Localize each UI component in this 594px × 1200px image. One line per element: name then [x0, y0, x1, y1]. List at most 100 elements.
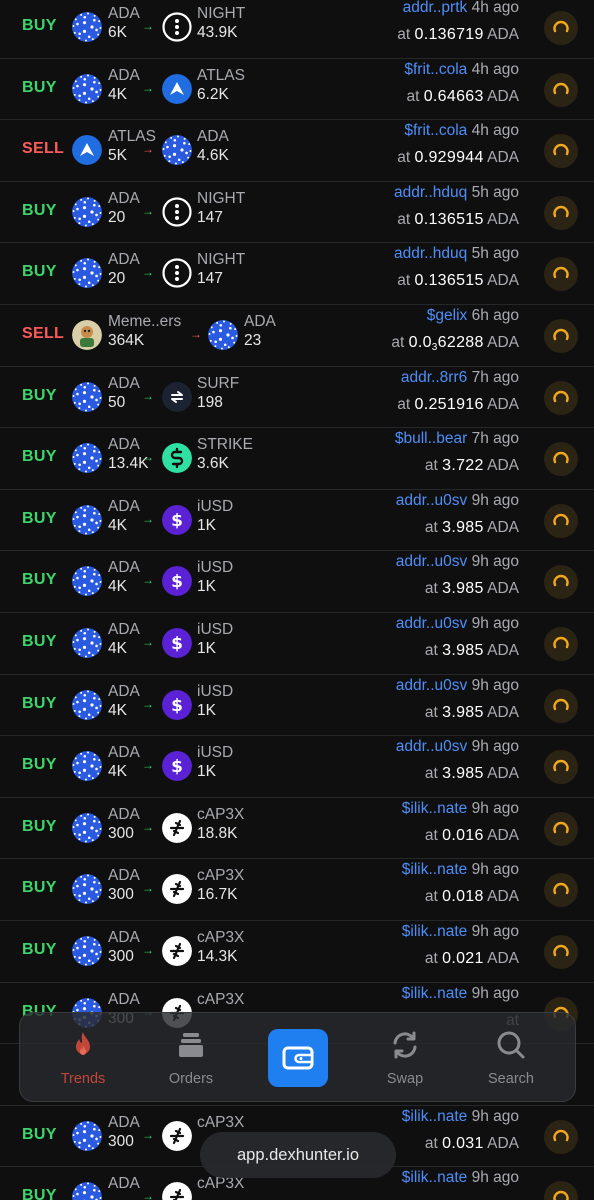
trade-row[interactable]: BUY ADA 300 → cAP3X 14.3K $ilik..nate 9h…: [0, 920, 594, 983]
tab-orders[interactable]: Orders: [146, 1013, 236, 1103]
browser-url-bar[interactable]: app.dexhunter.io: [200, 1132, 396, 1178]
trader-address-link[interactable]: $ilik..nate: [402, 800, 467, 817]
tab-search-label: Search: [488, 1071, 534, 1087]
from-token-amount: 300: [108, 824, 134, 842]
trade-row[interactable]: SELL ATLAS 5K → ADA 4.6K $frit..cola 4h …: [0, 120, 594, 182]
to-token: ADA 4.6K: [197, 127, 229, 165]
trade-row[interactable]: BUY ADA 4K → $ iUSD 1K addr..u0sv 9h ago…: [0, 612, 594, 675]
trader-address-link[interactable]: addr..hduq: [394, 184, 467, 201]
trade-meta: addr..prtk 4h ago at 0.136719 ADA: [397, 0, 519, 44]
to-token-amount: 6.2K: [197, 85, 229, 103]
trader-address-link[interactable]: $ilik..nate: [402, 923, 467, 940]
ada-token-icon: [72, 443, 102, 474]
trade-meta: $ilik..nate 9h ago: [402, 1168, 519, 1195]
atlas-token-icon: [162, 73, 192, 104]
arrow-right-icon: →: [142, 1127, 154, 1142]
trader-address-link[interactable]: $bull..bear: [395, 430, 467, 447]
to-token-symbol: cAP3X: [197, 990, 245, 1008]
ada-token-icon: [72, 874, 102, 905]
from-token: Meme..ers 364K: [108, 312, 181, 350]
trade-row[interactable]: BUY ADA 4K → $ iUSD 1K addr..u0sv 9h ago…: [0, 489, 594, 552]
to-token-symbol: iUSD: [197, 559, 234, 577]
trade-meta: addr..hduq 5h ago at 0.136515 ADA: [394, 183, 519, 229]
from-token-symbol: ADA: [108, 559, 140, 577]
from-token-amount: 4K: [108, 578, 127, 596]
trade-time: 9h ago: [471, 676, 519, 694]
trade-row[interactable]: BUY ADA 20 → NIGHT 147 addr..hduq 5h ago…: [0, 243, 594, 305]
price-unit: ADA: [487, 641, 519, 659]
trader-address-link[interactable]: addr..u0sv: [396, 677, 468, 694]
trade-time: 9h ago: [471, 922, 519, 940]
trade-row[interactable]: BUY ADA 13.4K → STRIKE 3.6K $bull..bear …: [0, 428, 594, 490]
price-unit: ADA: [487, 765, 519, 783]
to-token-symbol: cAP3X: [197, 805, 245, 823]
tab-swap[interactable]: Swap: [360, 1013, 450, 1103]
trader-address-link[interactable]: $gelix: [427, 307, 468, 324]
trade-row[interactable]: BUY ADA 4K → $ iUSD 1K addr..u0sv 9h ago…: [0, 736, 594, 798]
to-token: ADA 23: [244, 312, 276, 350]
trade-row[interactable]: BUY ADA 50 → SURF 198 addr..8rr6 7h ago …: [0, 366, 594, 429]
trader-address-link[interactable]: addr..prtk: [403, 0, 468, 16]
arrow-right-icon: →: [142, 758, 154, 773]
ada-token-icon: [72, 73, 102, 104]
trade-time: 9h ago: [471, 553, 519, 571]
trader-address-link[interactable]: $frit..cola: [404, 122, 467, 139]
search-icon: [497, 1031, 525, 1059]
arrow-right-icon: →: [142, 450, 154, 465]
to-token-symbol: ATLAS: [197, 66, 245, 84]
trader-address-link[interactable]: $ilik..nate: [402, 985, 467, 1002]
trade-time: 9h ago: [471, 1169, 519, 1187]
ada-token-icon: [162, 135, 192, 166]
to-token-amount: 1K: [197, 763, 216, 781]
trader-address-link[interactable]: $ilik..nate: [402, 861, 467, 878]
trade-row[interactable]: BUY ADA 300 → cAP3X 18.8K $ilik..nate 9h…: [0, 797, 594, 860]
trade-row[interactable]: BUY ADA 4K → $ iUSD 1K addr..u0sv 9h ago…: [0, 551, 594, 613]
from-token-amount: 300: [108, 1132, 134, 1150]
ada-token-icon: [72, 751, 102, 782]
to-token-symbol: cAP3X: [197, 1113, 245, 1131]
trade-row[interactable]: BUY ADA 20 → NIGHT 147 addr..hduq 5h ago…: [0, 181, 594, 244]
to-token-amount: 1K: [197, 701, 216, 719]
to-token: cAP3X: [197, 990, 244, 1009]
price-unit: ADA: [487, 949, 519, 967]
iusd-token-icon: $: [162, 689, 192, 720]
arrow-right-icon: →: [142, 142, 154, 157]
trade-price: 0.0362288: [408, 333, 484, 353]
to-token-amount: 16.7K: [197, 886, 238, 904]
to-token-symbol: SURF: [197, 374, 240, 392]
tab-trends[interactable]: Trends: [38, 1013, 128, 1103]
iusd-token-icon: $: [162, 566, 192, 597]
from-token-amount: 4K: [108, 763, 127, 781]
trader-address-link[interactable]: addr..u0sv: [396, 553, 468, 570]
trade-meta: $ilik..nate 9h ago at 0.031 ADA: [402, 1107, 519, 1153]
from-token: ADA 20: [108, 189, 140, 227]
to-token-symbol: iUSD: [197, 744, 234, 762]
trader-address-link[interactable]: addr..8rr6: [401, 369, 467, 386]
trade-row[interactable]: BUY ADA 300 → cAP3X 16.7K $ilik..nate 9h…: [0, 859, 594, 921]
ada-token-icon: [208, 319, 238, 350]
price-unit: ADA: [487, 395, 519, 413]
trade-time: 9h ago: [471, 738, 519, 756]
trader-address-link[interactable]: addr..hduq: [394, 245, 467, 262]
loading-spinner-icon: [544, 565, 578, 600]
trade-side: BUY: [22, 1125, 57, 1143]
trader-address-link[interactable]: addr..u0sv: [396, 492, 468, 509]
trader-address-link[interactable]: addr..u0sv: [396, 615, 468, 632]
from-token-symbol: ADA: [108, 867, 140, 885]
from-token: ADA 50: [108, 374, 140, 412]
price-at-label: at: [397, 210, 411, 228]
to-token: cAP3X 14.3K: [197, 928, 244, 966]
wallet-button[interactable]: [268, 1029, 328, 1087]
trade-row[interactable]: BUY ADA 4K → $ iUSD 1K addr..u0sv 9h ago…: [0, 674, 594, 737]
trade-meta: addr..u0sv 9h ago at 3.985 ADA: [396, 552, 519, 598]
ada-token-icon: [72, 504, 102, 535]
trade-row[interactable]: BUY ADA 4K → ATLAS 6.2K $frit..cola 4h a…: [0, 58, 594, 121]
trader-address-link[interactable]: addr..u0sv: [396, 738, 468, 755]
tab-search[interactable]: Search: [466, 1013, 556, 1103]
trade-row[interactable]: BUY ADA 6K → NIGHT 43.9K addr..prtk 4h a…: [0, 0, 594, 59]
trade-row[interactable]: SELL Meme..ers 364K → ADA 23 $gelix 6h a…: [0, 304, 594, 367]
trader-address-link[interactable]: $ilik..nate: [402, 1169, 467, 1186]
loading-spinner-icon: [544, 134, 578, 169]
trader-address-link[interactable]: $frit..cola: [404, 61, 467, 78]
trader-address-link[interactable]: $ilik..nate: [402, 1108, 467, 1125]
